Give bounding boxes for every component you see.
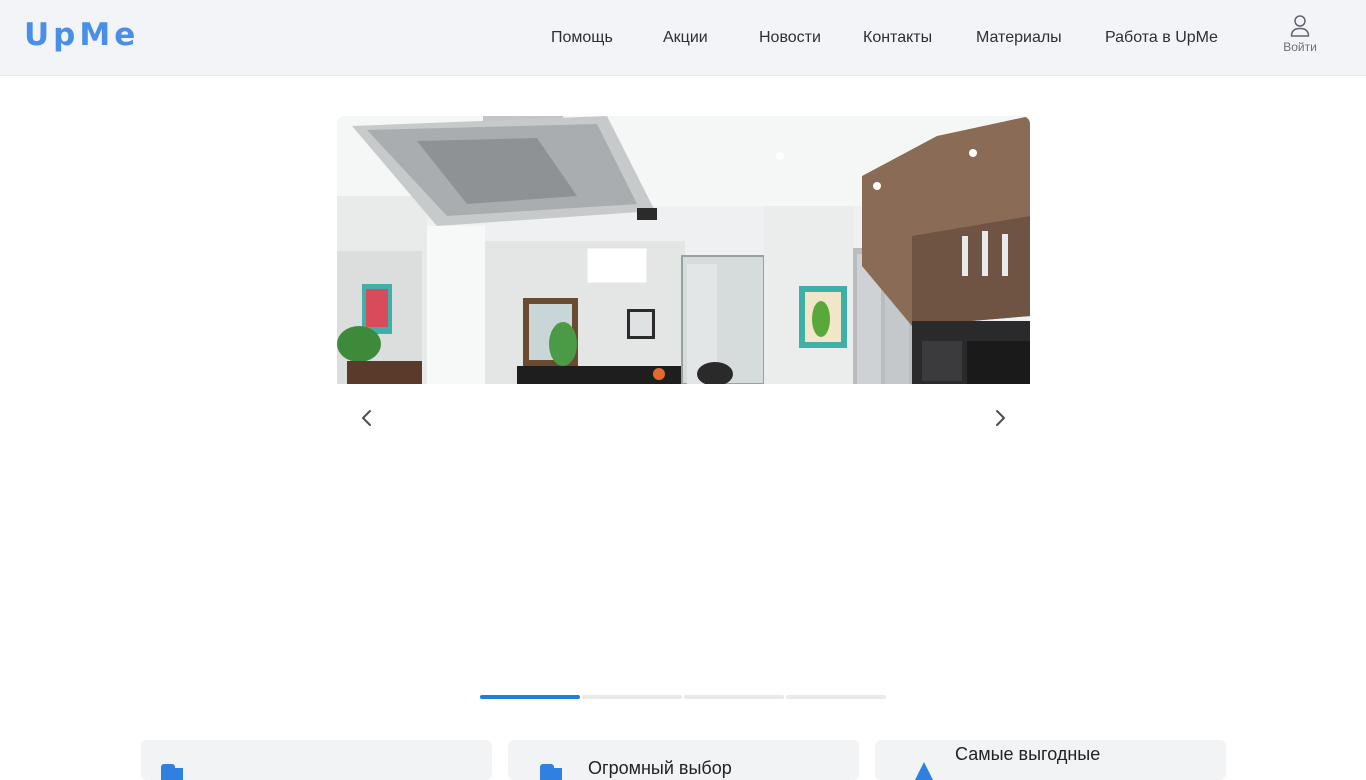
feature-card: [141, 740, 492, 780]
slider-dot-2[interactable]: [582, 695, 682, 699]
site-logo[interactable]: UpMe: [24, 17, 139, 53]
nav-item-materials[interactable]: Материалы: [976, 28, 1062, 48]
nav-item-help[interactable]: Помощь: [551, 28, 613, 48]
login-label: Войти: [1283, 40, 1317, 54]
slider-prev-button[interactable]: [355, 406, 379, 430]
feature-icon: [161, 764, 183, 780]
feature-card: Огромный выбор: [508, 740, 859, 780]
chevron-right-icon: [996, 410, 1005, 426]
slide-image-kitchen-interior: [337, 116, 1030, 384]
nav-item-promo[interactable]: Акции: [663, 28, 708, 48]
feature-card-title: Самые выгодные: [955, 744, 1101, 764]
feature-card-title: Огромный выбор: [588, 758, 732, 778]
nav-item-contacts[interactable]: Контакты: [863, 28, 932, 48]
hero-slider[interactable]: [337, 116, 1030, 384]
slider-dot-3[interactable]: [684, 695, 784, 699]
feature-card: Самые выгодные: [875, 740, 1226, 780]
login-button[interactable]: Войти: [1278, 14, 1322, 54]
feature-icon: [915, 762, 933, 780]
user-icon: [1290, 15, 1310, 37]
slider-dot-4[interactable]: [786, 695, 886, 699]
nav-item-jobs[interactable]: Работа в UpMe: [1105, 28, 1218, 48]
slider-next-button[interactable]: [988, 406, 1012, 430]
site-header: UpMe Помощь Акции Новости Контакты Матер…: [0, 0, 1366, 76]
chevron-left-icon: [362, 410, 371, 426]
nav-item-news[interactable]: Новости: [759, 28, 821, 48]
feature-icon: [540, 764, 562, 780]
slider-dot-1[interactable]: [480, 695, 580, 699]
